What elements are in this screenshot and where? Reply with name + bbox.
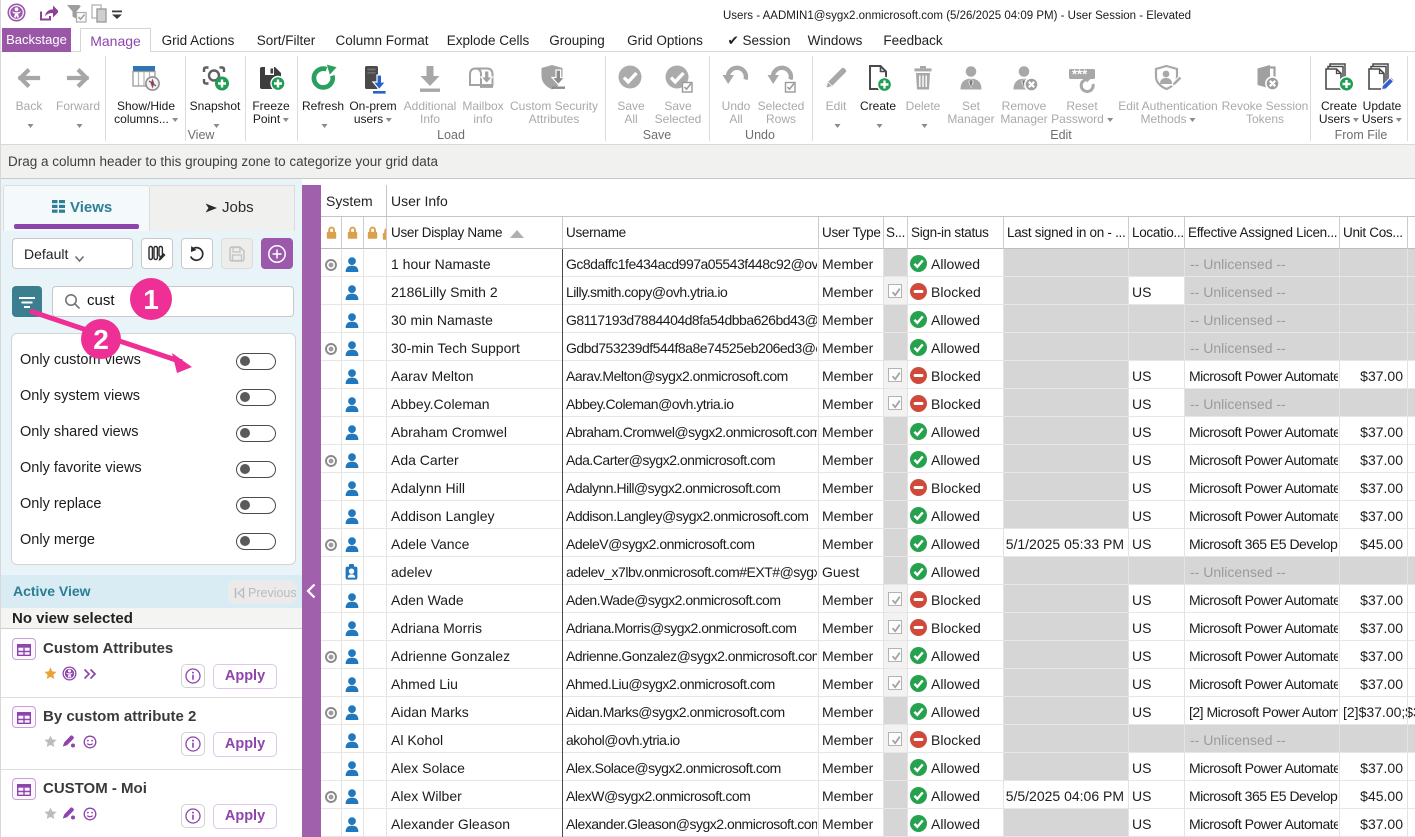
svg-text:1: 1 [143,284,159,315]
svg-text:2: 2 [93,324,109,355]
